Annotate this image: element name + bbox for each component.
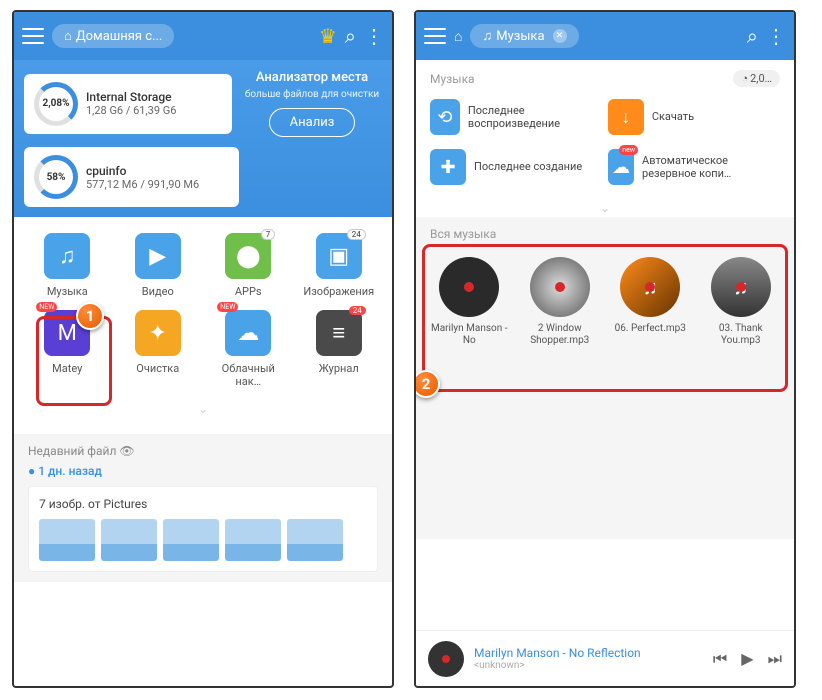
storage-donut: 2,08% [34, 82, 78, 126]
thumb[interactable] [101, 519, 157, 561]
search-icon[interactable]: ⌕ [747, 24, 758, 48]
recent-day: 1 дн. назад [28, 464, 378, 478]
category-Изображения[interactable]: ▣24Изображения [299, 233, 379, 298]
breadcrumb-text: Домашняя с... [76, 29, 163, 44]
highlight-box-2 [422, 244, 788, 392]
quick-Скачать[interactable]: ↓Скачать [604, 95, 776, 139]
category-Журнал[interactable]: ≡24Журнал [299, 310, 379, 388]
recent-title: Недавний файл 👁 [28, 444, 378, 458]
recent-section: Недавний файл 👁 1 дн. назад 7 изобр. от … [14, 434, 392, 582]
highlight-box-1 [36, 316, 112, 406]
home-icon: ⌂ [64, 28, 72, 44]
thumb[interactable] [163, 519, 219, 561]
analyzer-sub: больше файлов для очистки [242, 89, 382, 100]
category-APPs[interactable]: ⬤7APPs [208, 233, 288, 298]
breadcrumb[interactable]: ⌂ Домашняя с... [52, 24, 174, 48]
category-Видео[interactable]: ▶Видео [118, 233, 198, 298]
section-header: Музыка ◔ 2,0… [416, 60, 794, 91]
analyzer-block: Анализатор места больше файлов для очист… [242, 70, 382, 137]
quick-grid: ⟲Последнее воспроизведение↓Скачать✚После… [416, 91, 794, 199]
allmusic-label: Вся музыка [416, 217, 794, 245]
prev-icon[interactable]: ⏮ [713, 649, 727, 669]
recent-card[interactable]: 7 изобр. от Pictures [28, 486, 378, 572]
menu-icon[interactable] [424, 28, 446, 44]
size-pill[interactable]: ◔ 2,0… [733, 70, 780, 87]
section-title: Музыка [430, 72, 475, 86]
category-Музыка[interactable]: ♫Музыка [27, 233, 107, 298]
cpu-donut: 58% [34, 155, 78, 199]
thumb[interactable] [39, 519, 95, 561]
phone-right: ⌂ ♫ Музыка ✕ ⌕ ⋮ Музыка ◔ 2,0… ⟲Последне… [414, 10, 796, 688]
analyze-button[interactable]: Анализ [269, 108, 356, 137]
quick-Автоматическое резервное копи…[interactable]: ☁newАвтоматическое резервное копи… [604, 145, 776, 189]
cpu-name: cpuinfo [86, 164, 199, 178]
category-Облачный нак…[interactable]: ☁NEWОблачный нак… [208, 310, 288, 388]
analyzer-title: Анализатор места [242, 70, 382, 85]
quick-Последнее создание[interactable]: ✚Последнее создание [426, 145, 598, 189]
storage-name: Internal Storage [86, 90, 176, 104]
category-Очистка[interactable]: ✦Очистка [118, 310, 198, 388]
storage-size: 1,28 G6 / 61,39 G6 [86, 104, 176, 117]
menu-icon[interactable] [22, 28, 44, 44]
home-icon[interactable]: ⌂ [454, 28, 462, 45]
cpu-card[interactable]: 58% cpuinfo 577,12 М6 / 991,90 М6 [24, 147, 239, 207]
tab-label: Музыка [496, 29, 544, 44]
chevron-down-icon[interactable]: ⌄ [416, 199, 794, 217]
player-art[interactable] [428, 641, 464, 677]
thumb[interactable] [225, 519, 281, 561]
recent-card-title: 7 изобр. от Pictures [39, 497, 367, 511]
topbar: ⌂ Домашняя с... ♛ ⌕ ⋮ [14, 12, 392, 60]
search-icon[interactable]: ⌕ [345, 24, 356, 48]
more-icon[interactable]: ⋮ [766, 24, 786, 48]
player-bar: Marilyn Manson - No Reflection <unknown>… [416, 630, 794, 686]
analyzer-panel: 2,08% Internal Storage 1,28 G6 / 61,39 G… [14, 60, 392, 217]
close-icon[interactable]: ✕ [553, 29, 567, 43]
crown-icon[interactable]: ♛ [319, 24, 337, 48]
phone-left: ⌂ Домашняя с... ♛ ⌕ ⋮ 2,08% Internal Sto… [12, 10, 394, 688]
player-title: Marilyn Manson - No Reflection [474, 646, 703, 660]
next-icon[interactable]: ⏭ [768, 649, 782, 669]
player-info[interactable]: Marilyn Manson - No Reflection <unknown> [474, 646, 703, 671]
topbar: ⌂ ♫ Музыка ✕ ⌕ ⋮ [416, 12, 794, 60]
cpu-size: 577,12 М6 / 991,90 М6 [86, 178, 199, 191]
thumb[interactable] [287, 519, 343, 561]
storage-card[interactable]: 2,08% Internal Storage 1,28 G6 / 61,39 G… [24, 74, 232, 134]
music-icon: ♫ [482, 28, 492, 44]
quick-Последнее воспроизведение[interactable]: ⟲Последнее воспроизведение [426, 95, 598, 139]
player-artist: <unknown> [474, 660, 703, 671]
play-icon[interactable]: ▶ [741, 649, 753, 669]
marker-1: 1 [76, 302, 104, 330]
breadcrumb-tab[interactable]: ♫ Музыка ✕ [470, 24, 578, 48]
more-icon[interactable]: ⋮ [364, 24, 384, 48]
